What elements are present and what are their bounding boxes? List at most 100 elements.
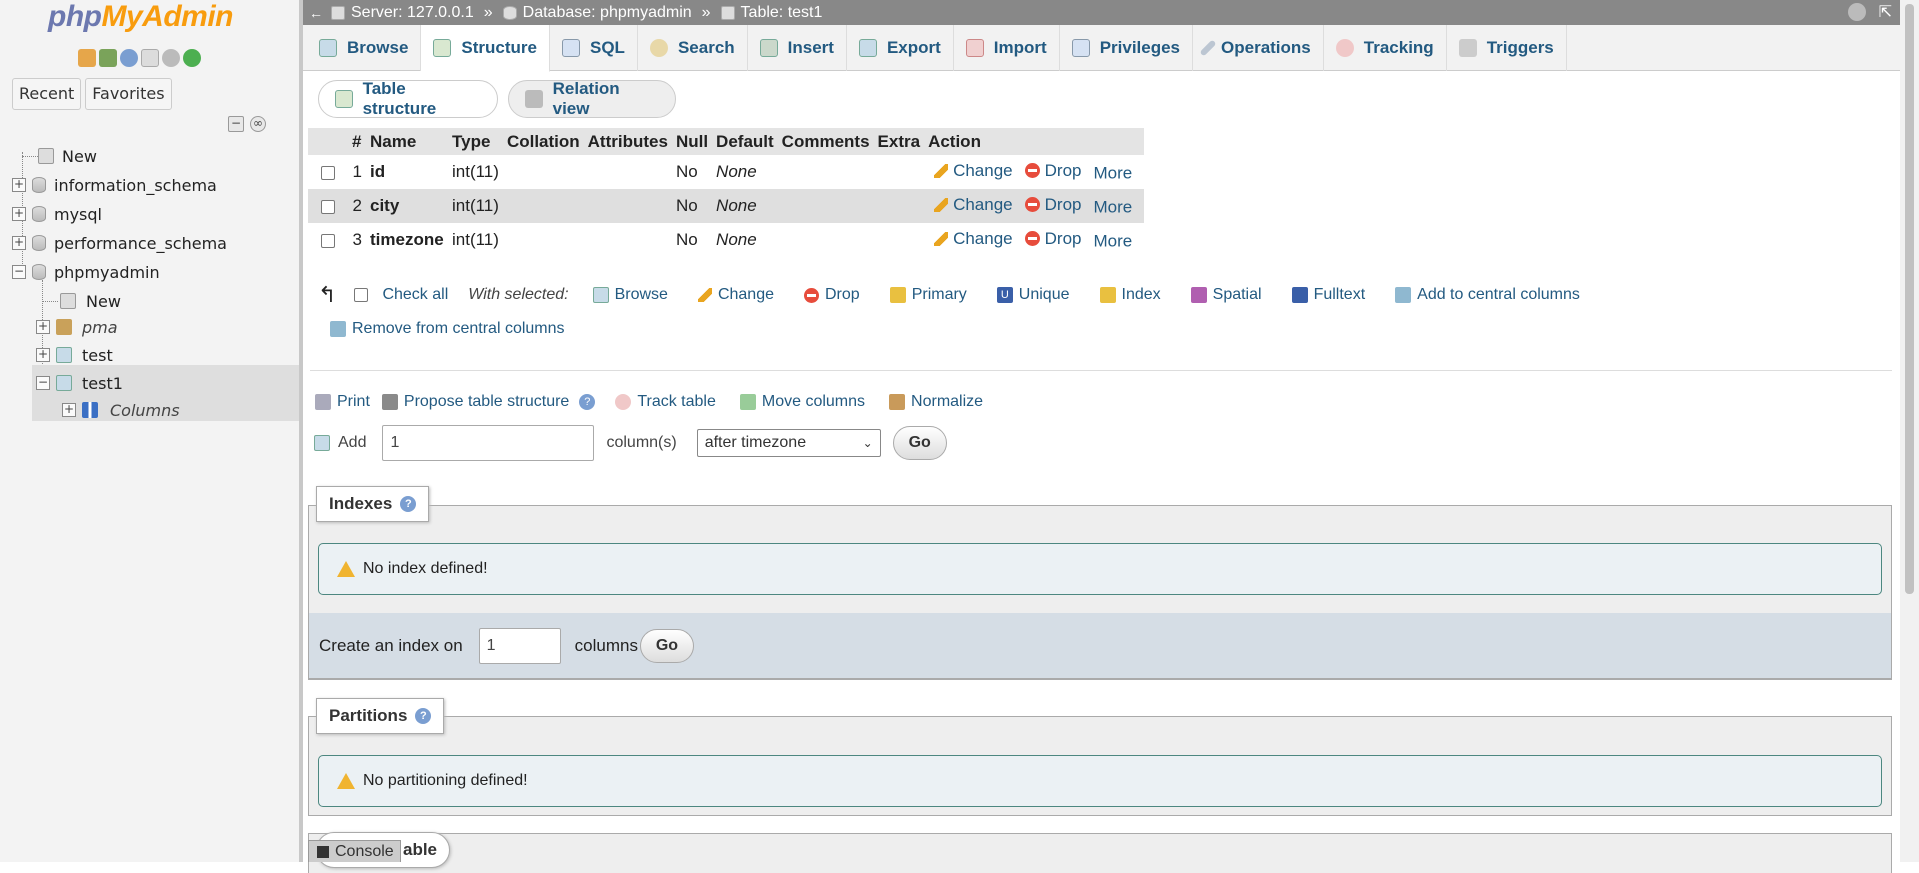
header-name[interactable]: Name [366, 128, 448, 155]
breadcrumb-table[interactable]: Table: test1 [720, 4, 822, 22]
drop-link[interactable]: Drop [1024, 229, 1081, 249]
expand-icon[interactable]: + [12, 236, 26, 250]
link-label: Drop [1044, 194, 1082, 214]
breadcrumb-server[interactable]: Server: 127.0.0.1 [331, 4, 474, 22]
tree-table-test1[interactable]: − test1 [36, 370, 123, 396]
scrollbar-thumb[interactable] [1905, 4, 1914, 594]
tab-search[interactable]: Search [638, 25, 748, 71]
logout-icon[interactable] [99, 49, 117, 67]
normalize-link[interactable]: Normalize [889, 393, 983, 411]
more-menu[interactable]: More [1093, 197, 1132, 216]
tree-db-information-schema[interactable]: + information_schema [12, 172, 217, 198]
tab-sql[interactable]: SQL [550, 25, 638, 71]
settings-icon[interactable] [162, 49, 180, 67]
bulk-add-central[interactable]: Add to central columns [1395, 286, 1580, 304]
home-icon[interactable] [78, 49, 96, 67]
tree-db-phpmyadmin[interactable]: − phpmyadmin [12, 259, 160, 285]
collapse-icon[interactable]: − [36, 376, 50, 390]
help-icon[interactable]: ? [579, 394, 596, 410]
check-all-checkbox[interactable] [354, 288, 369, 302]
favorites-tab[interactable]: Favorites [85, 78, 172, 110]
tab-structure[interactable]: Structure [421, 25, 550, 72]
expand-icon[interactable]: + [62, 403, 76, 417]
tab-browse[interactable]: Browse [307, 25, 422, 71]
move-columns-link[interactable]: Move columns [739, 393, 865, 411]
expand-icon[interactable]: + [36, 348, 50, 362]
row-checkbox[interactable] [321, 165, 335, 180]
collapse-all-icon[interactable]: − [228, 116, 244, 132]
help-icon[interactable]: ? [400, 496, 417, 512]
more-menu[interactable]: More [1093, 163, 1132, 182]
tab-export[interactable]: Export [847, 25, 954, 71]
more-menu[interactable]: More [1093, 231, 1132, 250]
tab-triggers[interactable]: Triggers [1447, 25, 1567, 71]
help-icon[interactable] [120, 49, 138, 67]
subtab-relation-view[interactable]: Relation view [508, 79, 676, 118]
propose-structure-link[interactable]: Propose table structure [381, 393, 569, 411]
row-checkbox[interactable] [321, 233, 335, 248]
expand-icon[interactable]: + [36, 320, 50, 334]
add-count-input[interactable]: 1 [382, 425, 595, 461]
link-icon[interactable]: ∞ [250, 116, 266, 132]
page-scrollbar[interactable] [1900, 0, 1919, 862]
breadcrumb-database[interactable]: Database: phpmyadmin [502, 4, 692, 22]
tree-columns[interactable]: + Columns [62, 397, 180, 423]
index-columns-input[interactable]: 1 [478, 627, 561, 664]
drop-link[interactable]: Drop [1024, 194, 1082, 215]
collapse-icon[interactable]: − [12, 265, 26, 279]
phpmyadmin-logo[interactable]: phpMyAdmin [48, 0, 233, 34]
documentation-icon[interactable] [141, 49, 159, 67]
add-position-select[interactable]: after timezone ⌄ [696, 429, 881, 457]
expand-icon[interactable]: + [12, 207, 26, 221]
console-toggle[interactable]: Console [308, 840, 401, 862]
change-link[interactable]: Change [934, 195, 1013, 215]
settings-gear-icon[interactable] [1848, 3, 1866, 21]
track-table-link[interactable]: Track table [615, 393, 716, 411]
tree-db-performance-schema[interactable]: + performance_schema [12, 230, 227, 256]
bulk-fulltext[interactable]: Fulltext [1291, 286, 1365, 304]
bulk-browse[interactable]: Browse [592, 286, 668, 304]
notice-text: No partitioning defined! [363, 772, 528, 789]
add-go-button[interactable]: Go [892, 426, 947, 460]
tab-import[interactable]: Import [954, 25, 1060, 71]
search-icon [649, 39, 668, 57]
tab-insert[interactable]: Insert [748, 25, 847, 71]
create-index-go-button[interactable]: Go [639, 628, 694, 663]
tree-label: New [62, 146, 97, 166]
add-columns-row: Add 1 column(s) after timezone ⌄ Go [314, 425, 947, 461]
maximize-icon[interactable]: ⇱ [1879, 2, 1892, 22]
bulk-index[interactable]: Index [1099, 286, 1161, 304]
subtab-table-structure[interactable]: Table structure [318, 79, 498, 118]
change-link[interactable]: Change [934, 161, 1013, 181]
recent-tab[interactable]: Recent [12, 78, 82, 110]
reload-icon[interactable] [183, 49, 201, 67]
tab-operations[interactable]: Operations [1193, 25, 1324, 71]
remove-central-columns[interactable]: Remove from central columns [330, 320, 565, 338]
tree-table-pma[interactable]: + pma [36, 314, 118, 340]
main-tabs: Browse Structure SQL Search Insert Expor… [303, 25, 1900, 72]
tree-new-database[interactable]: New [22, 143, 97, 169]
bulk-unique[interactable]: U Unique [996, 286, 1070, 304]
drop-link[interactable]: Drop [1024, 161, 1081, 181]
tab-privileges[interactable]: Privileges [1060, 25, 1194, 71]
bulk-primary[interactable]: Primary [889, 286, 967, 304]
change-link[interactable]: Change [934, 229, 1013, 249]
logo-php: php [48, 0, 102, 33]
tree-db-mysql[interactable]: + mysql [12, 201, 102, 227]
tab-tracking[interactable]: Tracking [1324, 25, 1447, 71]
pencil-icon [934, 198, 949, 213]
expand-icon[interactable]: + [12, 178, 26, 192]
database-icon [32, 206, 46, 222]
nav-toggle-icon[interactable]: ← [309, 5, 323, 21]
check-all[interactable]: Check all [354, 286, 448, 304]
tree-table-test[interactable]: + test [36, 342, 113, 368]
tree-new-table[interactable]: New [42, 288, 121, 314]
bulk-drop[interactable]: Drop [804, 286, 860, 304]
column-name: city [366, 189, 448, 223]
row-checkbox[interactable] [321, 199, 335, 214]
print-link[interactable]: Print [315, 393, 370, 411]
nav-resizer[interactable] [299, 0, 303, 862]
bulk-change[interactable]: Change [697, 286, 774, 304]
help-icon[interactable]: ? [415, 708, 432, 724]
bulk-spatial[interactable]: Spatial [1190, 286, 1262, 304]
